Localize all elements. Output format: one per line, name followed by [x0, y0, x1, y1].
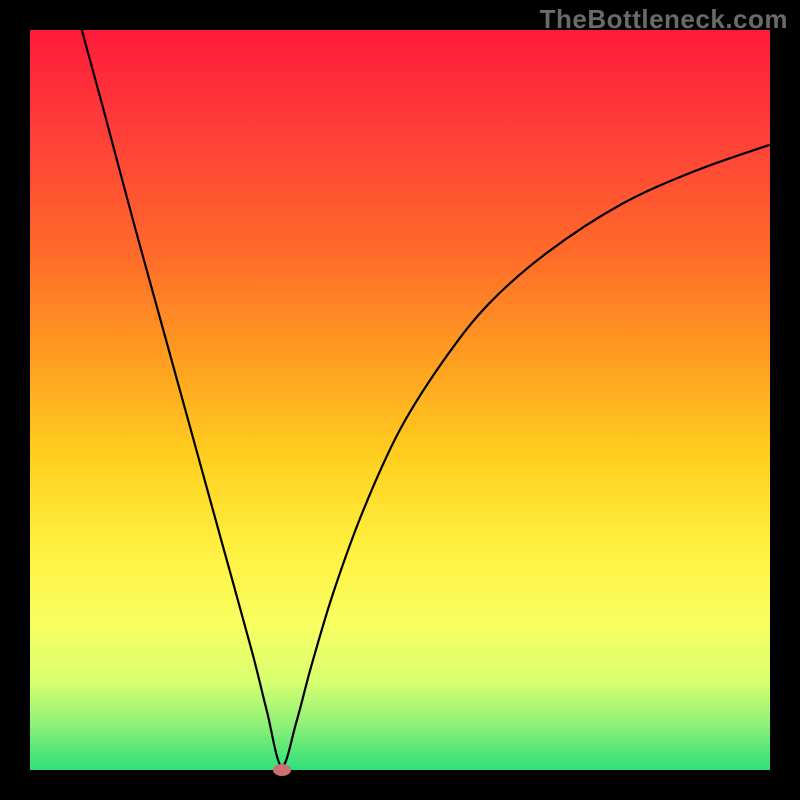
- plot-area: [30, 30, 770, 770]
- watermark-label: TheBottleneck.com: [540, 4, 788, 35]
- chart-frame: TheBottleneck.com: [0, 0, 800, 800]
- bottleneck-curve: [30, 30, 770, 770]
- optimum-marker-icon: [273, 764, 291, 776]
